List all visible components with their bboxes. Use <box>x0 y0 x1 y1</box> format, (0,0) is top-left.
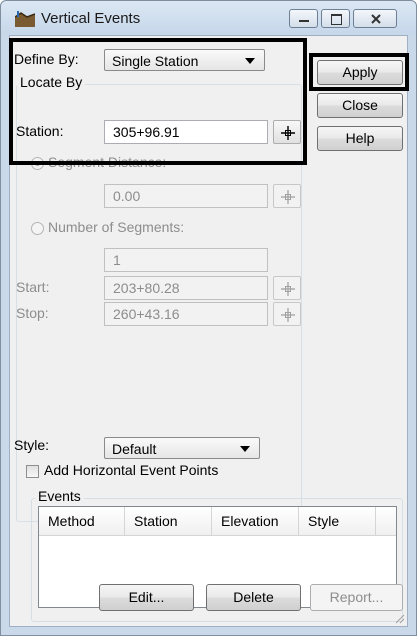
add-horizontal-label: Add Horizontal Event Points <box>44 462 219 478</box>
crosshair-pick-icon <box>281 282 295 296</box>
define-by-value: Single Station <box>112 53 199 69</box>
events-title: Events <box>35 488 84 504</box>
crosshair-pick-icon <box>281 190 295 204</box>
chevron-down-icon <box>245 58 255 64</box>
add-horizontal-checkbox[interactable] <box>26 465 39 478</box>
station-pick-button[interactable] <box>273 120 301 144</box>
station-input[interactable]: 305+96.91 <box>104 120 268 144</box>
style-label: Style: <box>14 437 50 453</box>
dialog-body: Define By: Single Station Locate By Stat… <box>9 35 409 627</box>
station-label: Station: <box>16 123 64 139</box>
road-profile-icon <box>15 11 35 27</box>
column-header-filler <box>376 507 396 535</box>
define-by-label: Define By: <box>14 51 79 67</box>
minimize-icon <box>299 20 309 22</box>
apply-button[interactable]: Apply <box>317 60 403 85</box>
resize-grip-icon[interactable] <box>393 612 405 624</box>
crosshair-pick-icon <box>281 126 295 140</box>
edit-button[interactable]: Edit... <box>99 584 194 611</box>
delete-button[interactable]: Delete <box>206 584 301 611</box>
minimize-button[interactable] <box>289 9 318 28</box>
close-icon <box>371 14 381 24</box>
stop-label: Stop: <box>16 305 49 321</box>
number-of-segments-radio[interactable] <box>31 222 44 235</box>
title-bar[interactable]: Vertical Events <box>1 1 416 35</box>
stop-input[interactable]: 260+43.16 <box>104 302 268 326</box>
segment-distance-input[interactable]: 0.00 <box>104 184 268 208</box>
crosshair-pick-icon <box>281 308 295 322</box>
column-header-method[interactable]: Method <box>39 507 125 535</box>
report-button[interactable]: Report... <box>310 584 403 611</box>
style-value: Default <box>112 441 157 457</box>
segment-distance-label: Segment Distance: <box>48 154 167 170</box>
chevron-down-icon <box>240 446 250 452</box>
maximize-button[interactable] <box>321 9 350 28</box>
window-title: Vertical Events <box>41 10 141 27</box>
vertical-events-window: Vertical Events Define By: Single Statio… <box>0 0 417 636</box>
define-by-dropdown[interactable]: Single Station <box>104 49 265 71</box>
segment-distance-radio[interactable] <box>31 157 44 170</box>
stop-pick-button[interactable] <box>273 302 301 326</box>
column-header-elevation[interactable]: Elevation <box>212 507 299 535</box>
number-of-segments-input[interactable]: 1 <box>104 248 268 272</box>
segment-distance-pick-button[interactable] <box>273 184 301 208</box>
close-button[interactable]: Close <box>317 93 403 118</box>
start-pick-button[interactable] <box>273 276 301 300</box>
start-label: Start: <box>16 279 50 295</box>
radio-dot <box>35 161 40 166</box>
column-header-style[interactable]: Style <box>299 507 376 535</box>
close-window-button[interactable] <box>353 9 397 28</box>
maximize-icon <box>331 14 342 25</box>
events-list-header: Method Station Elevation Style <box>39 507 396 536</box>
number-of-segments-label: Number of Segments: <box>48 219 185 235</box>
locate-by-title: Locate By <box>17 74 86 90</box>
column-header-station[interactable]: Station <box>125 507 212 535</box>
style-dropdown[interactable]: Default <box>104 437 260 459</box>
start-input[interactable]: 203+80.28 <box>104 276 268 300</box>
help-button[interactable]: Help <box>317 126 403 151</box>
